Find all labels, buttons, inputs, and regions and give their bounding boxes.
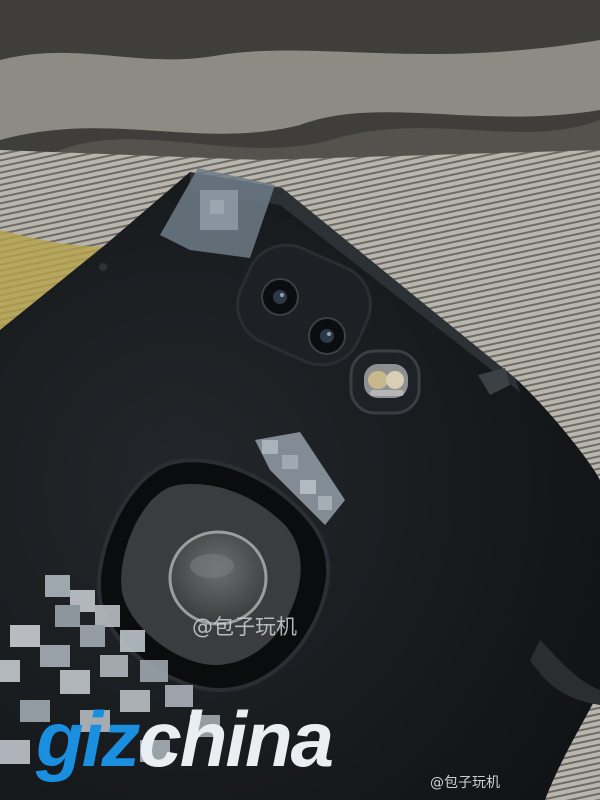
logo-part-china: china <box>138 695 334 783</box>
screw <box>99 263 107 271</box>
photo-graphic <box>0 0 600 800</box>
watermark-bottom: @包子玩机 <box>430 775 500 791</box>
photo-scene: @包子玩机 gizchina @包子玩机 <box>0 0 600 800</box>
gizchina-logo: gizchina <box>36 700 334 778</box>
logo-part-giz: giz <box>36 695 140 783</box>
watermark-center: @包子玩机 <box>192 615 297 639</box>
